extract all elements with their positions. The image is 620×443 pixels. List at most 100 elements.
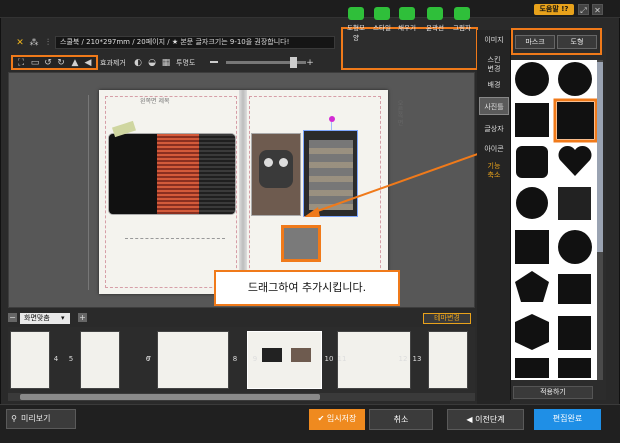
resize-icon[interactable]: ⤢ [578, 4, 589, 15]
left-photo-gray-panel [199, 134, 235, 214]
effect-remove-button[interactable]: 효과제거 [100, 58, 126, 68]
left-photo-dark [109, 134, 157, 214]
flip-horizontal-icon[interactable]: ◀ [82, 57, 94, 69]
mask-partial-1 [515, 358, 549, 378]
mask-square-rough [515, 103, 549, 137]
page-number: 13 [412, 355, 422, 363]
mask-square-torn [558, 274, 591, 304]
rotate-left-icon[interactable]: ↺ [42, 57, 54, 69]
page-thumbnail[interactable] [157, 331, 229, 389]
close-icon[interactable]: ✕ [592, 4, 603, 15]
arrange-icon[interactable]: ⁂ [28, 37, 40, 49]
help-button[interactable]: 도움말 !? [534, 4, 574, 15]
outline-button[interactable]: 윤곽선 [424, 7, 446, 32]
thumb-photo [291, 348, 311, 362]
frame-icon[interactable]: ▭ [29, 57, 41, 69]
thumb-photo [262, 348, 282, 362]
fill-button[interactable]: 채우기 [396, 7, 418, 32]
fit-icon[interactable]: ⛶ [15, 57, 27, 69]
page-number: 10 [324, 355, 334, 363]
style-button[interactable]: 스타일 [371, 7, 393, 32]
temp-save-button[interactable]: ✔ 임시저장 [309, 409, 365, 430]
mask-hexagon [515, 314, 549, 350]
mask-square-glow [558, 187, 591, 220]
shadow-icon [454, 7, 470, 20]
opacity-slider-handle[interactable] [290, 57, 297, 68]
page-thumbnail[interactable] [428, 331, 468, 389]
vertical-scrollbar-thumb[interactable] [597, 62, 603, 252]
page-number: 11 [337, 355, 347, 363]
book-gutter [239, 90, 247, 294]
tab-text-box[interactable]: 글상자 [479, 125, 509, 134]
chevron-down-icon[interactable]: ▾ [61, 313, 65, 324]
page-number: 4 [53, 355, 59, 363]
left-photo-frame[interactable] [108, 133, 236, 215]
apply-button[interactable]: 적용하기 [513, 386, 593, 399]
cancel-button[interactable]: 취소 [369, 409, 433, 430]
page-number: 8 [232, 355, 238, 363]
mask-circle-rough [515, 62, 549, 96]
page-info-bar: 스쿨북 / 210*297mm / 20페이지 / ★ 본문 글자크기는 9-1… [55, 36, 335, 49]
shape-button[interactable]: 도형모양 [345, 7, 367, 42]
delete-icon[interactable]: ✕ [14, 37, 26, 49]
shape-icon [348, 7, 364, 20]
fill-icon [399, 7, 415, 20]
mask-circle-plain [516, 187, 548, 219]
mask-heart [558, 145, 592, 176]
mask-circle-soft [558, 62, 592, 96]
owl-figure [259, 150, 293, 188]
page-thumbnail[interactable] [10, 331, 50, 389]
contrast-icon[interactable]: ◐ [132, 57, 144, 69]
left-page-label: 왼쪽면 제목 [140, 98, 170, 105]
scrollbar-thumb[interactable] [20, 394, 320, 400]
tab-collapse[interactable]: 기능 축소 [479, 162, 509, 180]
tab-skin-change[interactable]: 스킨 변경 [479, 56, 509, 74]
color-icon[interactable]: ▦ [160, 57, 172, 69]
owl-eye-left [264, 158, 273, 167]
title-bar [0, 0, 620, 18]
mask-pentagon [515, 271, 549, 302]
search-icon: ⚲ [11, 414, 17, 423]
shadow-button[interactable]: 그림자 [451, 7, 473, 32]
zoom-in-button[interactable]: + [78, 313, 87, 322]
page-number: 5 [68, 355, 74, 363]
opacity-plus-icon[interactable]: + [304, 57, 316, 69]
opacity-minus-icon[interactable] [210, 61, 218, 63]
owl-eye-right [279, 158, 288, 167]
drag-arrow-head [304, 207, 320, 217]
theme-change-button[interactable]: 테마변경 [423, 313, 471, 324]
decoration-line [125, 238, 225, 268]
left-photo-red-panel [157, 134, 199, 214]
page-number: 12 [398, 355, 408, 363]
page-number: 7 [146, 355, 152, 363]
mask-thumbnails [515, 62, 597, 378]
zoom-out-button[interactable]: − [8, 313, 17, 322]
tab-photo-frame[interactable]: 사진틀 [479, 97, 509, 115]
align-icon[interactable]: ⫶ [42, 37, 54, 49]
preview-button[interactable]: ⚲ 미리보기 [6, 409, 76, 429]
mask-square-brush [515, 230, 549, 264]
finish-edit-button[interactable]: 편집완료 [534, 409, 601, 430]
opacity-label: 투명도 [176, 59, 196, 67]
tab-icon[interactable]: 아이콘 [479, 145, 509, 154]
previous-step-button[interactable]: ◀ 이전단계 [447, 409, 524, 430]
tab-background[interactable]: 배경 [479, 81, 509, 90]
outline-pen-icon [427, 7, 443, 20]
flip-vertical-icon[interactable]: ▲ [69, 57, 81, 69]
page-number: 9 [252, 355, 258, 363]
tab-mask[interactable]: 마스크 [515, 35, 555, 49]
page-thumbnail[interactable] [80, 331, 120, 389]
mask-partial-2 [558, 358, 591, 378]
mask-square-brush-2 [558, 316, 591, 350]
mask-square-selected [557, 102, 594, 139]
tab-shape[interactable]: 도형 [557, 35, 597, 49]
left-ruler [88, 95, 96, 290]
rotate-right-icon[interactable]: ↻ [55, 57, 67, 69]
check-icon: ✔ [317, 414, 327, 423]
mask-rounded-square [516, 146, 548, 178]
brightness-icon[interactable]: ◒ [146, 57, 158, 69]
callout-box: 드래그하여 추가시킵니다. [214, 270, 400, 306]
style-brush-icon [374, 7, 390, 20]
tab-image[interactable]: 이미지 [479, 36, 509, 45]
mask-circle-brush [558, 230, 592, 264]
